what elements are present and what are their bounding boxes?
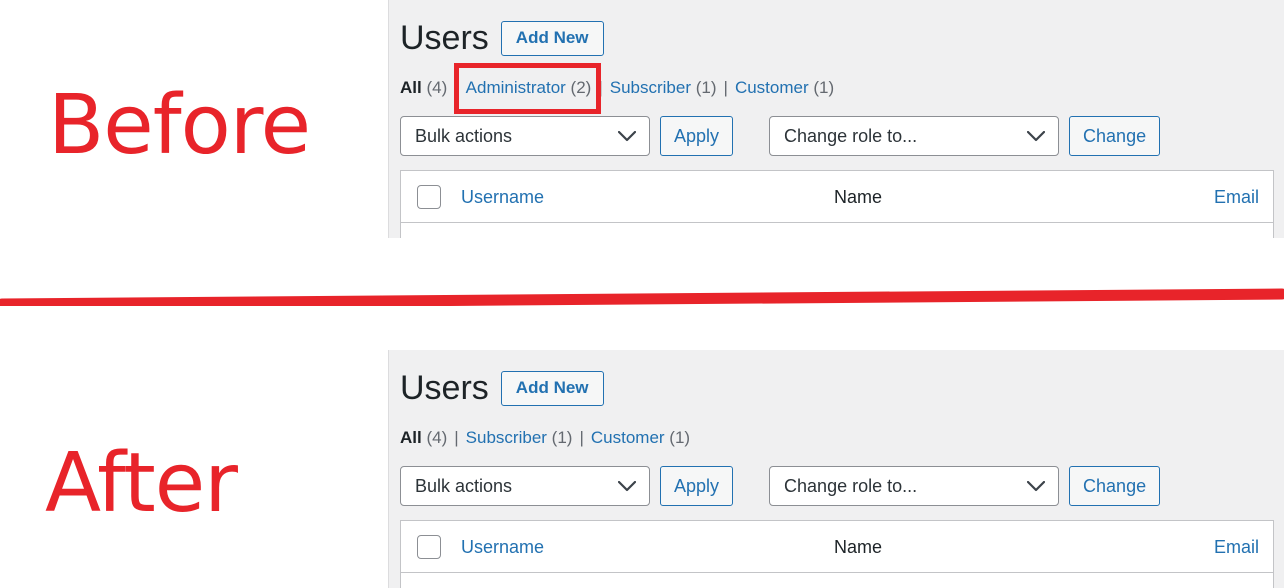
- filter-count-all: (4): [426, 78, 448, 97]
- after-panel: Users Add New All (4) | Subscriber (1) |…: [388, 350, 1284, 588]
- filter-count-subscriber: (1): [695, 78, 717, 97]
- apply-button[interactable]: Apply: [660, 116, 734, 156]
- filter-separator: |: [454, 428, 459, 447]
- filter-count-all: (4): [426, 428, 448, 447]
- tablenav-before: Bulk actions Apply Change role to... Cha…: [389, 102, 1284, 156]
- filter-link-subscriber[interactable]: Subscriber: [466, 428, 547, 447]
- filter-count-customer: (1): [669, 428, 691, 447]
- add-new-button[interactable]: Add New: [500, 370, 604, 406]
- bulk-actions-value: Bulk actions: [415, 476, 513, 496]
- filter-item-all[interactable]: All (4): [400, 76, 447, 100]
- before-label: Before: [48, 78, 311, 173]
- checkbox-unchecked-icon[interactable]: [417, 534, 441, 559]
- comparison-stage: Before Users Add New All (4) | Administr…: [0, 0, 1284, 588]
- table-row: [401, 223, 1273, 238]
- checkbox-unchecked-icon[interactable]: [417, 184, 441, 209]
- filter-link-all[interactable]: All: [400, 428, 422, 447]
- filter-separator: |: [723, 78, 728, 97]
- column-header-name: Name: [834, 186, 883, 207]
- column-header-name: Name: [834, 536, 883, 557]
- filter-link-customer[interactable]: Customer: [591, 428, 665, 447]
- filter-item-all[interactable]: All (4): [400, 426, 447, 450]
- filter-link-administrator[interactable]: Administrator: [466, 78, 566, 97]
- change-role-value: Change role to...: [784, 126, 918, 146]
- table-header-row: Username Name Email: [401, 171, 1273, 223]
- role-filter-links-before: All (4) | Administrator (2) | Subscriber…: [389, 58, 1284, 114]
- role-filter-links-after: All (4) | Subscriber (1) | Customer (1): [389, 408, 1284, 452]
- filter-count-administrator: (2): [570, 78, 592, 97]
- filter-count-subscriber: (1): [551, 428, 573, 447]
- filter-separator: |: [598, 78, 603, 97]
- column-header-email[interactable]: Email: [1214, 186, 1259, 208]
- chevron-down-icon: [1027, 480, 1058, 492]
- change-button[interactable]: Change: [1069, 466, 1161, 506]
- filter-item-subscriber[interactable]: Subscriber (1): [610, 76, 717, 100]
- filter-item-customer[interactable]: Customer (1): [735, 76, 834, 100]
- table-row: [401, 573, 1273, 588]
- column-header-username[interactable]: Username: [461, 186, 544, 208]
- change-role-value: Change role to...: [784, 476, 918, 496]
- page-header-before: Users Add New: [389, 0, 1284, 58]
- change-button[interactable]: Change: [1069, 116, 1161, 156]
- users-table-after: Username Name Email: [400, 520, 1274, 588]
- bulk-actions-select[interactable]: Bulk actions: [400, 116, 650, 156]
- tablenav-after: Bulk actions Apply Change role to... Cha…: [389, 452, 1284, 506]
- page-title: Users: [400, 19, 489, 57]
- filter-count-customer: (1): [813, 78, 835, 97]
- users-table-before: Username Name Email: [400, 170, 1274, 238]
- bulk-actions-value: Bulk actions: [415, 126, 513, 146]
- column-header-email[interactable]: Email: [1214, 536, 1259, 558]
- apply-button[interactable]: Apply: [660, 466, 734, 506]
- change-role-select[interactable]: Change role to...: [769, 116, 1060, 156]
- red-underline-stroke: [0, 288, 1284, 306]
- add-new-button[interactable]: Add New: [500, 20, 604, 56]
- after-label: After: [45, 436, 238, 531]
- filter-link-subscriber[interactable]: Subscriber: [610, 78, 691, 97]
- bulk-actions-select[interactable]: Bulk actions: [400, 466, 650, 506]
- before-panel: Users Add New All (4) | Administrator (2…: [388, 0, 1284, 238]
- table-header-row: Username Name Email: [401, 521, 1273, 573]
- page-header-after: Users Add New: [389, 350, 1284, 408]
- page-title: Users: [400, 369, 489, 407]
- chevron-down-icon: [1027, 130, 1058, 142]
- filter-separator: |: [579, 428, 584, 447]
- filter-item-subscriber[interactable]: Subscriber (1): [466, 426, 573, 450]
- filter-link-all[interactable]: All: [400, 78, 422, 97]
- column-header-username[interactable]: Username: [461, 536, 544, 558]
- filter-link-customer[interactable]: Customer: [735, 78, 809, 97]
- chevron-down-icon: [618, 130, 649, 142]
- chevron-down-icon: [618, 480, 649, 492]
- filter-item-customer[interactable]: Customer (1): [591, 426, 690, 450]
- filter-item-administrator[interactable]: Administrator (2): [453, 63, 602, 114]
- change-role-select[interactable]: Change role to...: [769, 466, 1060, 506]
- filter-separator: |: [454, 78, 459, 97]
